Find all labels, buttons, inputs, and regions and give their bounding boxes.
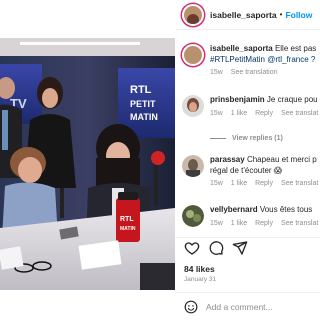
caption: isabelle_saporta Elle est pas #RTLPetitM… (176, 44, 320, 76)
author-avatar[interactable] (182, 3, 204, 26)
share-icon[interactable] (232, 240, 248, 256)
mug-text-rtl: RTL (120, 216, 134, 223)
comment-text: Je craque pou (266, 95, 318, 104)
emoji-icon[interactable] (184, 300, 198, 314)
studio-photo: TV RTL PETIT MATIN RTL MATIN (0, 38, 175, 290)
likes-count[interactable]: 84 likes (184, 264, 215, 274)
comment-age: 15w (210, 219, 223, 227)
separator-dot: • (279, 10, 283, 19)
screen-text-rtl: RTL (130, 84, 152, 96)
view-replies-label: View replies (1) (232, 135, 283, 142)
caption-username[interactable]: isabelle_saporta (210, 44, 273, 53)
comment-age: 15w (210, 180, 223, 187)
user-avatar-icon (182, 205, 204, 227)
see-translation-button[interactable]: See translat (281, 110, 318, 117)
comment-avatar[interactable] (182, 155, 204, 177)
post-sidebar: isabelle_saporta • Follow isabelle_sapor… (176, 0, 320, 320)
comment-text-continued: régal de t'écouter 😱 (210, 165, 283, 175)
comment-parassay: parassay Chapeau et merci p régal de t'é… (176, 155, 320, 187)
comment-text: Vous êtes tous (259, 205, 313, 214)
comment-likes[interactable]: 1 like (231, 220, 247, 227)
caption-tags[interactable]: #RTLPetitMatin @rtl_france ? (210, 55, 320, 66)
comment-text: Chapeau et merci p (246, 155, 317, 164)
screen-text-petit: PETIT (130, 99, 156, 109)
comment-avatar[interactable] (182, 95, 204, 117)
comment-username[interactable]: parassay (210, 155, 245, 164)
post-photo[interactable]: TV RTL PETIT MATIN RTL MATIN (0, 38, 175, 290)
caption-age: 15w (210, 69, 223, 76)
comment-likes[interactable]: 1 like (231, 180, 247, 187)
comment-username[interactable]: vellybernard (210, 205, 258, 214)
post-date: January 31 (184, 276, 217, 283)
see-translation-button[interactable]: See translat (281, 220, 318, 227)
caption-see-translation[interactable]: See translation (231, 69, 278, 76)
reply-button[interactable]: Reply (255, 180, 273, 187)
mug-text-matin: MATIN (120, 226, 136, 232)
author-username[interactable]: isabelle_saporta (210, 10, 277, 20)
replies-line (210, 138, 226, 139)
add-comment-bar (176, 292, 320, 320)
view-replies-button[interactable]: View replies (1) (210, 135, 283, 142)
comment-avatar[interactable] (182, 205, 204, 227)
user-avatar-icon (182, 155, 204, 177)
screen-text-matin: MATIN (130, 112, 158, 122)
comment-age: 15w (210, 109, 223, 117)
follow-button[interactable]: Follow (285, 10, 312, 20)
see-translation-button[interactable]: See translat (281, 180, 318, 187)
user-avatar-icon (182, 95, 204, 117)
action-bar (176, 237, 320, 255)
add-comment-input[interactable] (206, 301, 316, 312)
post-header: isabelle_saporta • Follow (176, 0, 320, 30)
comment-vellybernard: vellybernard Vous êtes tous 15w 1 like R… (176, 205, 320, 227)
caption-avatar[interactable] (182, 44, 204, 66)
comment-prinsbenjamin: prinsbenjamin Je craque pou 15w 1 like R… (176, 95, 320, 117)
comment-username[interactable]: prinsbenjamin (210, 95, 265, 104)
reply-button[interactable]: Reply (255, 220, 273, 227)
reply-button[interactable]: Reply (255, 110, 273, 117)
heart-icon[interactable] (184, 240, 200, 256)
comment-icon[interactable] (208, 240, 224, 256)
caption-text: Elle est pas (274, 44, 317, 53)
comment-likes[interactable]: 1 like (231, 110, 247, 117)
